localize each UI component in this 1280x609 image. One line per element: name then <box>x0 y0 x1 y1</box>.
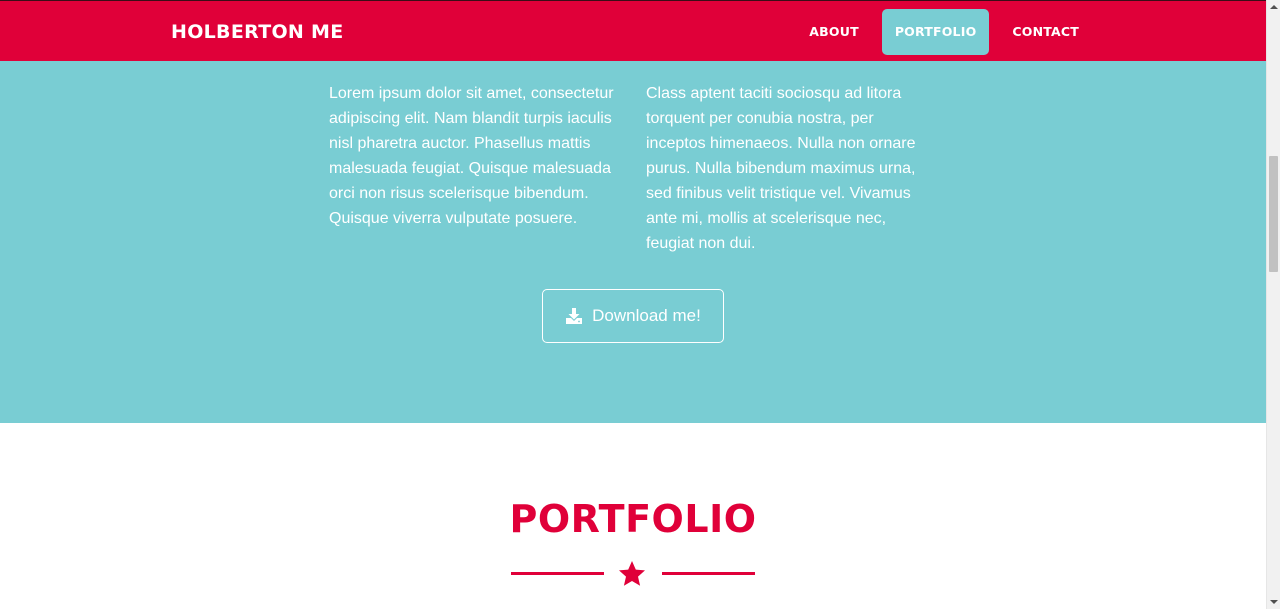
nav-link-about[interactable]: ABOUT <box>796 9 872 55</box>
download-button[interactable]: Download me! <box>542 289 724 343</box>
nav-link-portfolio[interactable]: PORTFOLIO <box>881 9 990 55</box>
title-divider <box>511 559 755 589</box>
divider-line-left <box>511 572 604 575</box>
star-icon <box>617 559 647 589</box>
scroll-down-arrow-icon[interactable] <box>1267 595 1280 609</box>
vertical-scrollbar[interactable] <box>1266 0 1280 609</box>
about-text-right: Class aptent taciti sociosqu ad litora t… <box>646 85 916 252</box>
download-button-label: Download me! <box>592 306 701 325</box>
about-section: Lorem ipsum dolor sit amet, consectetur … <box>0 61 1266 423</box>
navbar: HOLBERTON ME ABOUT PORTFOLIO CONTACT <box>0 0 1266 61</box>
portfolio-section: PORTFOLIO <box>0 423 1266 609</box>
nav-links: ABOUT PORTFOLIO CONTACT <box>786 9 1092 55</box>
scrollbar-thumb[interactable] <box>1269 156 1278 272</box>
download-icon <box>565 307 583 325</box>
page-content: HOLBERTON ME ABOUT PORTFOLIO CONTACT Lor… <box>0 0 1266 609</box>
portfolio-title: PORTFOLIO <box>509 497 757 541</box>
page: HOLBERTON ME ABOUT PORTFOLIO CONTACT Lor… <box>0 0 1280 609</box>
scroll-up-arrow-icon[interactable] <box>1267 0 1280 14</box>
divider-line-right <box>662 572 755 575</box>
about-text-left: Lorem ipsum dolor sit amet, consectetur … <box>329 85 614 227</box>
brand-logo[interactable]: HOLBERTON ME <box>171 20 344 44</box>
nav-link-contact[interactable]: CONTACT <box>999 9 1092 55</box>
